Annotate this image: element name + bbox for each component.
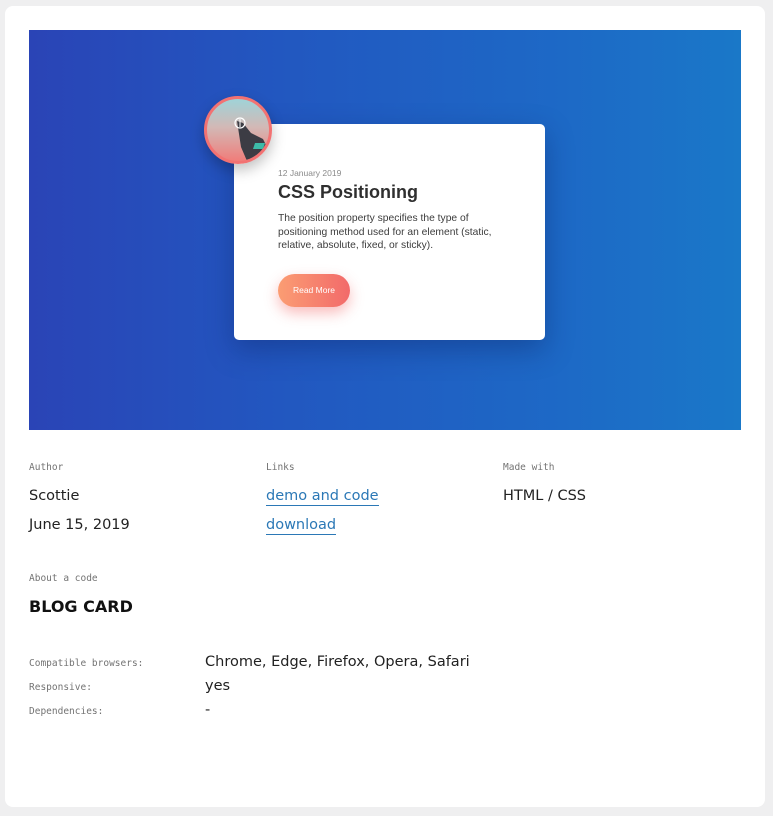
hand-touch-icon xyxy=(234,117,269,161)
compatible-browsers-label: Compatible browsers: xyxy=(29,658,144,669)
read-more-button[interactable]: Read More xyxy=(278,274,350,307)
made-with-value: HTML / CSS xyxy=(503,488,586,504)
dependencies-value: - xyxy=(205,702,211,718)
author-label: Author xyxy=(29,462,64,473)
download-link[interactable]: download xyxy=(266,517,337,535)
publish-date: June 15, 2019 xyxy=(29,517,130,533)
blog-card: 12 January 2019 CSS Positioning The posi… xyxy=(234,124,545,340)
made-with-label: Made with xyxy=(503,462,555,473)
card-image xyxy=(204,96,272,164)
demo-preview[interactable]: 12 January 2019 CSS Positioning The posi… xyxy=(29,30,741,430)
dependencies-label: Dependencies: xyxy=(29,706,104,717)
responsive-value: yes xyxy=(205,678,231,694)
card-text: The position property specifies the type… xyxy=(278,213,492,251)
responsive-label: Responsive: xyxy=(29,682,92,693)
links-label: Links xyxy=(266,462,295,473)
card-title: CSS Positioning xyxy=(278,182,419,202)
author-name: Scottie xyxy=(29,488,80,504)
code-title: BLOG CARD xyxy=(29,597,133,616)
about-code-label: About a code xyxy=(29,573,98,584)
demo-code-link[interactable]: demo and code xyxy=(266,488,379,506)
compatible-browsers-value: Chrome, Edge, Firefox, Opera, Safari xyxy=(205,654,470,670)
card-date: 12 January 2019 xyxy=(278,168,342,178)
